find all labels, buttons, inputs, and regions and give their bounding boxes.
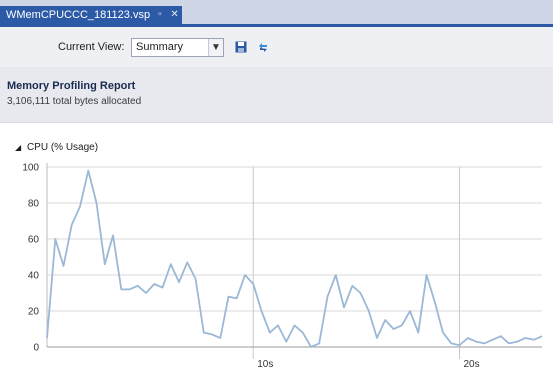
x-tick-label: 10s bbox=[257, 359, 273, 370]
report-subtitle: 3,106,111 total bytes allocated bbox=[7, 96, 142, 107]
current-view-value: Summary bbox=[136, 41, 184, 53]
y-tick-label: 20 bbox=[28, 307, 40, 318]
y-tick-label: 80 bbox=[28, 199, 40, 210]
document-tab-strip: WMemCPUCCC_181123.vsp ▫ ✕ bbox=[0, 0, 553, 24]
document-tab[interactable]: WMemCPUCCC_181123.vsp ▫ ✕ bbox=[0, 6, 182, 24]
x-tick-label: 20s bbox=[464, 359, 480, 370]
chevron-down-icon[interactable]: ▼ bbox=[208, 39, 223, 56]
current-view-label: Current View: bbox=[58, 41, 125, 53]
report-toolbar: Current View: Summary ▼ bbox=[0, 27, 553, 67]
current-view-select[interactable]: Summary ▼ bbox=[131, 38, 224, 57]
y-tick-label: 40 bbox=[28, 271, 40, 282]
cpu-usage-chart: 100 80 60 40 20 0 10s 20s bbox=[22, 163, 543, 370]
y-tick-label: 100 bbox=[22, 163, 39, 174]
document-tab-title: WMemCPUCCC_181123.vsp bbox=[6, 9, 151, 21]
save-icon[interactable] bbox=[232, 39, 250, 56]
report-header: Memory Profiling Report 3,106,111 total … bbox=[0, 67, 553, 123]
y-tick-label: 0 bbox=[33, 343, 39, 354]
refresh-icon[interactable] bbox=[254, 39, 272, 56]
y-tick-label: 60 bbox=[28, 235, 40, 246]
cpu-usage-series-line bbox=[46, 169, 543, 348]
tab-pin-close-icon[interactable]: ▫ ✕ bbox=[158, 6, 182, 24]
report-title: Memory Profiling Report bbox=[7, 80, 136, 92]
